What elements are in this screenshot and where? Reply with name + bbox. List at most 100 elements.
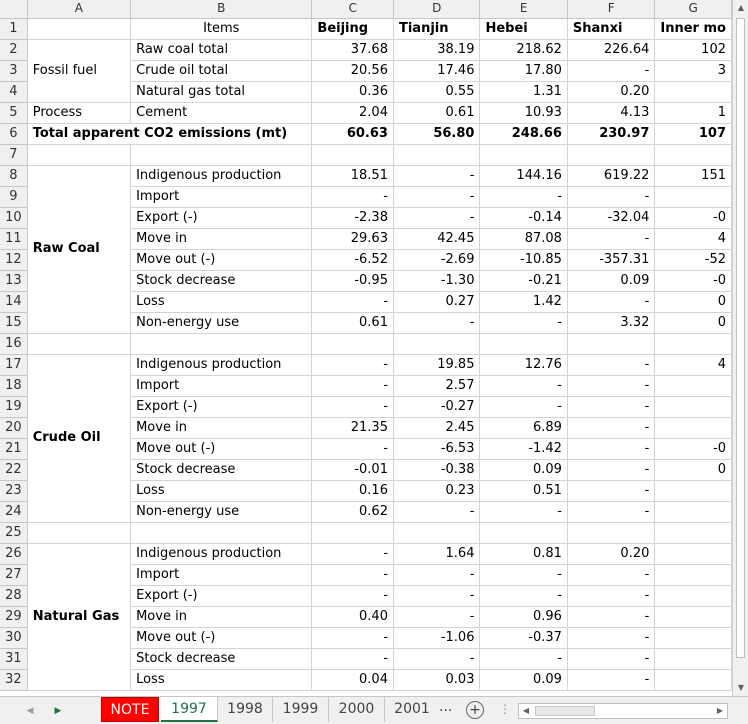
value-cell[interactable]: -	[479, 312, 568, 334]
value-cell[interactable]: -357.31	[567, 249, 656, 271]
item-cell[interactable]: Import	[130, 375, 313, 397]
row-number[interactable]: 14	[0, 291, 28, 313]
item-cell[interactable]: Stock decrease	[130, 459, 313, 481]
value-cell[interactable]: 87.08	[479, 228, 568, 250]
item-cell[interactable]: Move in	[130, 606, 313, 628]
value-cell[interactable]: -	[567, 186, 656, 208]
value-cell[interactable]: -1.30	[393, 270, 481, 292]
value-cell[interactable]: 18.51	[311, 165, 394, 187]
splitter-handle-icon[interactable]: ⋮	[499, 702, 511, 716]
row-number[interactable]: 28	[0, 585, 28, 607]
category-cell[interactable]	[27, 81, 132, 103]
value-cell[interactable]: 3	[654, 60, 732, 82]
value-cell[interactable]: 226.64	[567, 39, 656, 61]
item-cell[interactable]: Non-energy use	[130, 312, 313, 334]
value-cell[interactable]: 17.46	[393, 60, 481, 82]
value-cell[interactable]: 151	[654, 165, 732, 187]
item-cell[interactable]: Move out (-)	[130, 627, 313, 649]
row-number[interactable]: 19	[0, 396, 28, 418]
row-number[interactable]: 10	[0, 207, 28, 229]
value-cell[interactable]: -	[393, 207, 481, 229]
value-cell[interactable]: 0.09	[479, 459, 568, 481]
total-label-cell[interactable]: Total apparent CO2 emissions (mt)	[27, 123, 313, 145]
select-all-corner[interactable]	[0, 0, 28, 19]
value-cell[interactable]: -	[393, 165, 481, 187]
category-cell[interactable]	[27, 144, 132, 166]
value-cell[interactable]: -	[311, 438, 394, 460]
scroll-down-icon[interactable]: ▼	[733, 680, 748, 696]
value-cell[interactable]: -10.85	[479, 249, 568, 271]
category-cell[interactable]	[27, 522, 132, 544]
value-cell[interactable]: 0.20	[567, 543, 656, 565]
value-cell[interactable]: 2.04	[311, 102, 394, 124]
scroll-up-icon[interactable]: ▲	[733, 0, 748, 16]
group-label-cell[interactable]: Raw Coal	[27, 165, 132, 334]
value-cell[interactable]: 0.09	[479, 669, 568, 691]
value-cell[interactable]: -	[479, 375, 568, 397]
item-cell[interactable]: Crude oil total	[130, 60, 313, 82]
value-cell[interactable]: 4	[654, 354, 732, 376]
value-cell[interactable]	[654, 375, 732, 397]
category-cell[interactable]: Fossil fuel	[27, 60, 132, 81]
value-cell[interactable]: 17.80	[479, 60, 568, 82]
value-cell[interactable]: 20.56	[311, 60, 394, 82]
item-cell[interactable]: Loss	[130, 669, 313, 691]
value-cell[interactable]	[567, 522, 656, 544]
item-cell[interactable]: Move in	[130, 417, 313, 439]
value-cell[interactable]: -	[567, 585, 656, 607]
category-cell[interactable]	[27, 39, 132, 60]
horizontal-scroll-thumb[interactable]	[535, 706, 595, 716]
value-cell[interactable]: -	[311, 585, 394, 607]
item-cell[interactable]: Move out (-)	[130, 438, 313, 460]
value-cell[interactable]: 3.32	[567, 312, 656, 334]
row-number[interactable]: 5	[0, 102, 28, 124]
value-cell[interactable]: 619.22	[567, 165, 656, 187]
value-cell[interactable]	[311, 144, 394, 166]
header-cell-inner[interactable]: Inner mo	[654, 18, 732, 40]
tab-scroll-left-icon[interactable]: ◀	[22, 703, 38, 719]
item-cell[interactable]: Import	[130, 186, 313, 208]
add-sheet-icon[interactable]: +	[466, 701, 484, 719]
row-number[interactable]: 18	[0, 375, 28, 397]
value-cell[interactable]: -6.52	[311, 249, 394, 271]
value-cell[interactable]: -	[567, 627, 656, 649]
row-number[interactable]: 11	[0, 228, 28, 250]
value-cell[interactable]	[567, 144, 656, 166]
value-cell[interactable]: 0	[654, 312, 732, 334]
value-cell[interactable]: -	[567, 480, 656, 502]
value-cell[interactable]	[654, 564, 732, 586]
value-cell[interactable]: -	[311, 396, 394, 418]
value-cell[interactable]: 218.62	[479, 39, 568, 61]
value-cell[interactable]: -	[567, 669, 656, 691]
value-cell[interactable]: -0.37	[479, 627, 568, 649]
value-cell[interactable]: -0.01	[311, 459, 394, 481]
value-cell[interactable]: 0	[654, 459, 732, 481]
item-cell[interactable]	[130, 522, 313, 544]
item-cell[interactable]: Indigenous production	[130, 543, 313, 565]
header-cell-tianjin[interactable]: Tianjin	[393, 18, 481, 40]
tab-scroll-right-icon[interactable]: ▶	[50, 703, 66, 719]
row-number[interactable]: 2	[0, 39, 28, 61]
value-cell[interactable]: 37.68	[311, 39, 394, 61]
value-cell[interactable]: -	[567, 648, 656, 670]
value-cell[interactable]: -	[393, 564, 481, 586]
value-cell[interactable]: -	[567, 501, 656, 523]
vertical-scrollbar[interactable]: ▲ ▼	[732, 0, 748, 696]
item-cell[interactable]: Move out (-)	[130, 249, 313, 271]
value-cell[interactable]: 21.35	[311, 417, 394, 439]
row-number[interactable]: 3	[0, 60, 28, 82]
value-cell[interactable]: -	[311, 354, 394, 376]
value-cell[interactable]: -0.21	[479, 270, 568, 292]
value-cell[interactable]: -	[393, 312, 481, 334]
value-cell[interactable]: 0.61	[393, 102, 481, 124]
value-cell[interactable]: 1.31	[479, 81, 568, 103]
value-cell[interactable]: 60.63	[311, 123, 394, 145]
value-cell[interactable]	[654, 585, 732, 607]
value-cell[interactable]: 0.04	[311, 669, 394, 691]
value-cell[interactable]: 42.45	[393, 228, 481, 250]
value-cell[interactable]: -52	[654, 249, 732, 271]
value-cell[interactable]: 0.16	[311, 480, 394, 502]
row-number[interactable]: 7	[0, 144, 28, 166]
row-number[interactable]: 9	[0, 186, 28, 208]
value-cell[interactable]: -	[311, 543, 394, 565]
